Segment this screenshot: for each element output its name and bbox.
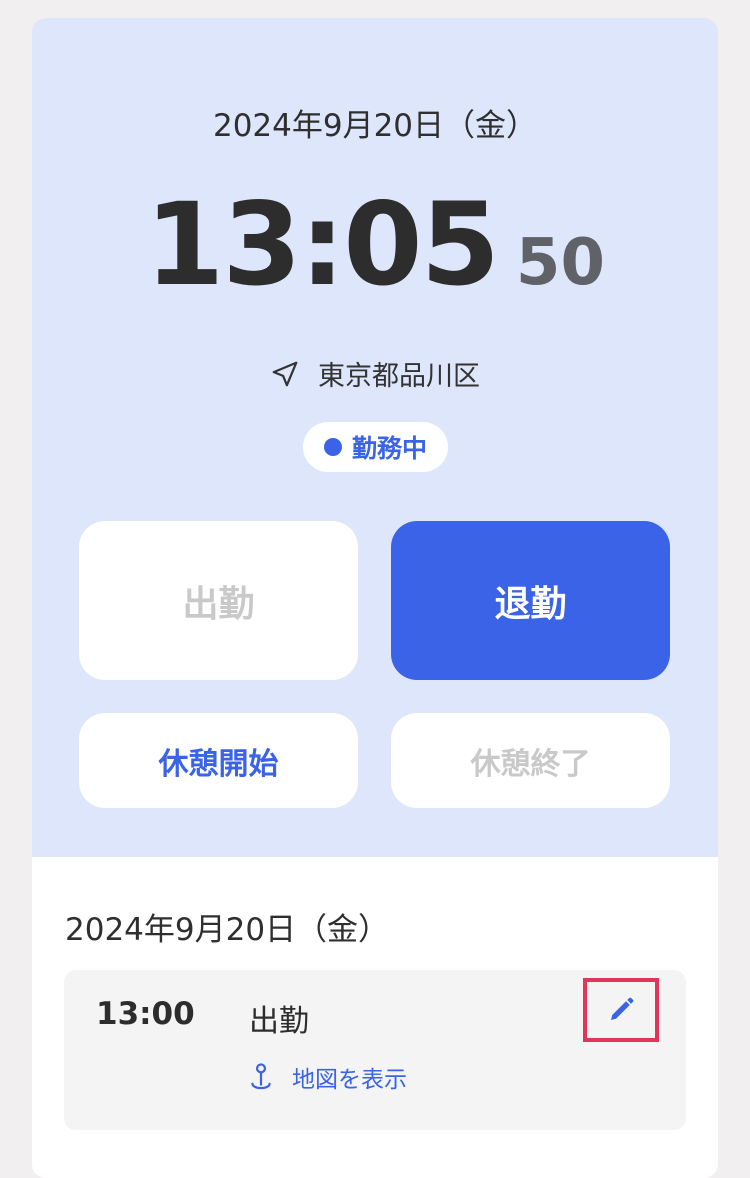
location-text: 東京都品川区 bbox=[318, 361, 480, 392]
break-end-button[interactable]: 休憩終了 bbox=[391, 713, 670, 808]
edit-button[interactable] bbox=[583, 978, 659, 1042]
list-item: 13:00 出勤 地図を表示 bbox=[64, 970, 686, 1130]
show-map-label: 地図を表示 bbox=[292, 1067, 407, 1093]
status-text: 勤務中 bbox=[351, 434, 427, 463]
pencil-icon bbox=[611, 997, 634, 1020]
attendance-card: 2024年9月20日（金） 13:05 50 東京都品川区 勤務中 出勤 退勤 休… bbox=[32, 18, 718, 1178]
clock-in-button[interactable]: 出勤 bbox=[79, 521, 358, 680]
log-date-heading: 2024年9月20日（金） bbox=[65, 912, 390, 948]
current-date: 2024年9月20日（金） bbox=[212, 108, 538, 144]
break-start-button[interactable]: 休憩開始 bbox=[79, 713, 358, 808]
show-map-link[interactable]: 地図を表示 bbox=[246, 1060, 407, 1094]
status-dot bbox=[323, 438, 342, 456]
current-time: 13:05 50 bbox=[32, 178, 718, 311]
clock-out-button[interactable]: 退勤 bbox=[391, 521, 670, 680]
log-time: 13:00 bbox=[96, 996, 195, 1032]
status-badge: 勤務中 bbox=[303, 422, 448, 472]
navigation-arrow-icon bbox=[272, 361, 298, 386]
time-hours-minutes: 13:05 bbox=[145, 178, 500, 311]
clock-panel: 2024年9月20日（金） 13:05 50 東京都品川区 勤務中 出勤 退勤 休… bbox=[32, 18, 718, 857]
map-pin-icon bbox=[251, 1063, 271, 1090]
time-seconds: 50 bbox=[515, 226, 605, 300]
log-type: 出勤 bbox=[249, 1004, 309, 1039]
location-row: 東京都品川区 bbox=[32, 354, 718, 393]
